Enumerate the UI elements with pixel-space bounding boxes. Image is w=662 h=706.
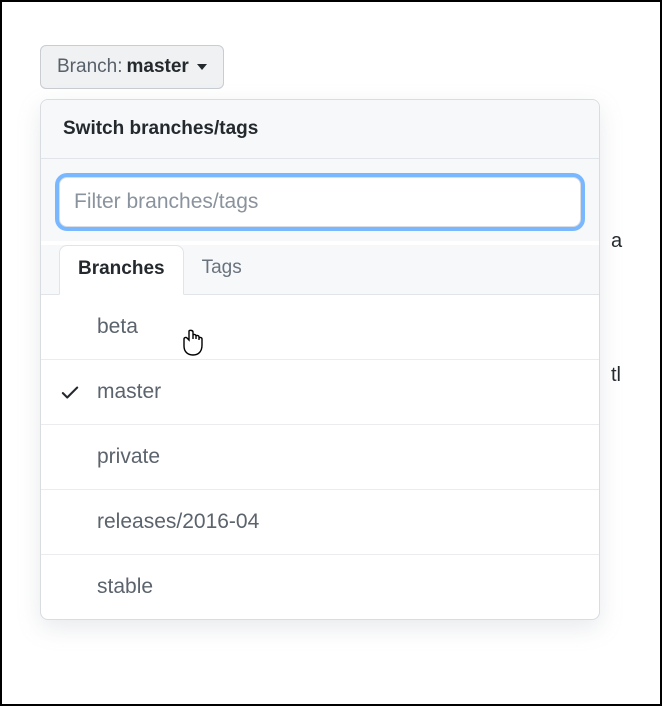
branch-list: beta master private releases/2016-04 sta… [41, 295, 599, 619]
branch-name: private [97, 445, 160, 469]
background-text: tl [611, 364, 621, 387]
dropdown-tabs: Branches Tags [41, 245, 599, 295]
branch-name: beta [97, 315, 138, 339]
caret-down-icon [197, 64, 207, 70]
branch-current: master [126, 56, 188, 78]
filter-container [41, 159, 599, 241]
branch-name: master [97, 380, 161, 404]
list-item[interactable]: releases/2016-04 [41, 490, 599, 555]
filter-input[interactable] [59, 177, 581, 227]
tab-tags[interactable]: Tags [184, 245, 260, 295]
check-icon [59, 381, 97, 403]
branch-selector-button[interactable]: Branch: master [40, 45, 224, 89]
branch-label: Branch: [57, 56, 122, 78]
branch-name: stable [97, 575, 153, 599]
tab-branches[interactable]: Branches [59, 245, 184, 295]
branch-name: releases/2016-04 [97, 510, 259, 534]
list-item[interactable]: master [41, 360, 599, 425]
branch-dropdown: Switch branches/tags Branches Tags beta … [40, 99, 600, 620]
list-item[interactable]: beta [41, 295, 599, 360]
dropdown-title: Switch branches/tags [41, 100, 599, 159]
list-item[interactable]: private [41, 425, 599, 490]
list-item[interactable]: stable [41, 555, 599, 619]
background-text: a [611, 230, 622, 253]
